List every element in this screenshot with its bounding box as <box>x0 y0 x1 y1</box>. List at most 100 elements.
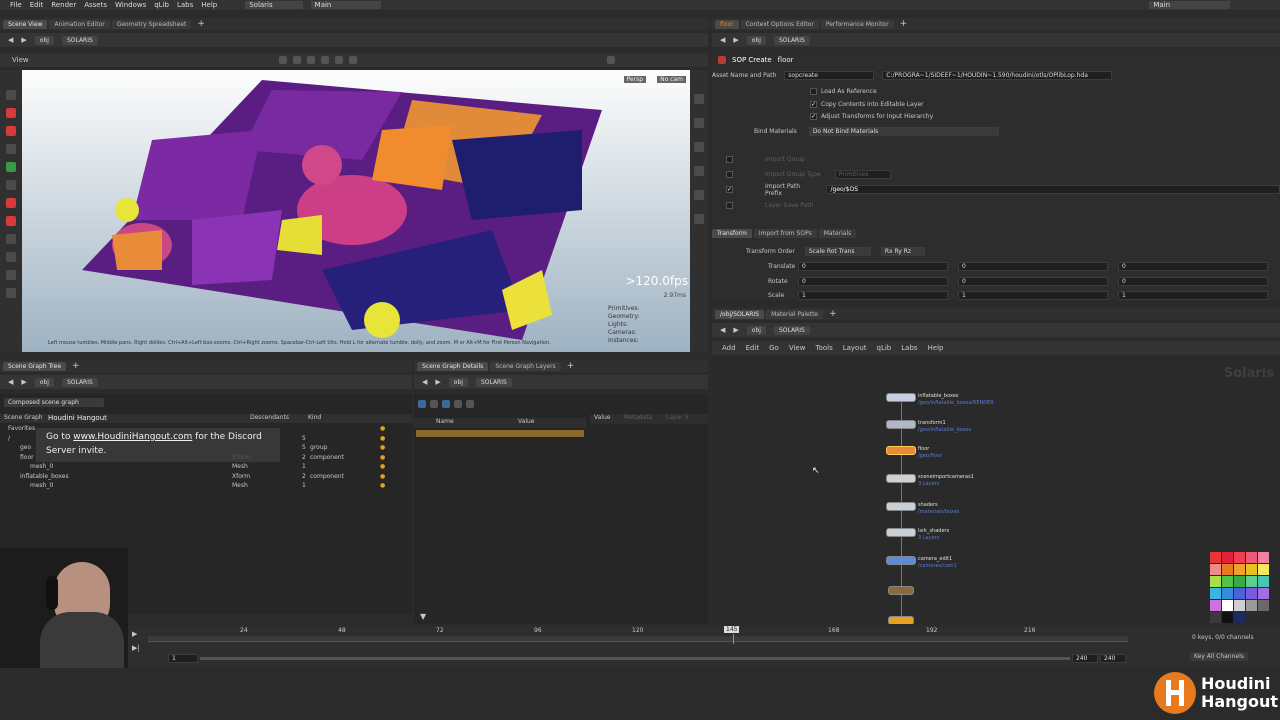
asset-path-field[interactable]: C:/PROGRA~1/SIDEEF~1/HOUDIN~1.590/houdin… <box>882 71 1113 80</box>
palette-swatch[interactable] <box>1246 564 1257 575</box>
tree-row[interactable]: mesh_0 Mesh 1 ● <box>0 462 412 472</box>
transform-order-select[interactable]: Scale Rot Trans <box>804 247 871 256</box>
palette-swatch[interactable] <box>1222 612 1233 623</box>
palette-swatch[interactable] <box>1258 564 1269 575</box>
tab-floor[interactable]: floor <box>715 19 739 29</box>
visibility-icon[interactable]: ● <box>380 463 385 470</box>
asset-name-field[interactable]: sopcreate <box>784 71 875 80</box>
move-tool-icon[interactable] <box>6 162 16 172</box>
tree-row[interactable]: inflatable_boxes Xform 2 component ● <box>0 472 412 482</box>
node-floor[interactable] <box>886 446 916 455</box>
tab-obj-solaris[interactable]: /obj/SOLARIS <box>715 309 765 319</box>
col-metadata[interactable]: Metadata <box>624 414 652 421</box>
node-name-field[interactable]: floor <box>778 56 794 64</box>
net-menu-help[interactable]: Help <box>928 344 944 352</box>
forward-arrow-icon-5[interactable]: ▶ <box>435 378 440 386</box>
key-all-button[interactable]: Key All Channels <box>1190 652 1248 661</box>
visibility-icon[interactable]: ● <box>380 435 385 442</box>
node-transform1[interactable] <box>886 420 916 429</box>
rows-icon[interactable] <box>454 400 462 408</box>
palette-swatch[interactable] <box>1222 552 1233 563</box>
palette-swatch[interactable] <box>1258 576 1269 587</box>
path-obj-4[interactable]: obj <box>34 377 54 387</box>
back-arrow-icon[interactable]: ◀ <box>8 36 13 44</box>
menu-file[interactable]: File <box>10 1 22 9</box>
tumble-tool-icon[interactable] <box>6 108 16 118</box>
menu-windows[interactable]: Windows <box>115 1 146 9</box>
node-camera-edit1[interactable] <box>886 556 916 565</box>
col-layer-stack[interactable]: Layer S <box>666 414 688 421</box>
select-icon[interactable] <box>278 56 287 64</box>
palette-swatch[interactable] <box>1234 576 1245 587</box>
shading-icon[interactable] <box>694 118 704 128</box>
palette-swatch[interactable] <box>1222 600 1233 611</box>
camera-menu[interactable]: No cam <box>657 76 686 83</box>
light-tool-icon[interactable] <box>6 252 16 262</box>
camera-tool-icon[interactable] <box>6 234 16 244</box>
network-editor[interactable]: Solaris inflatable_boxes /geo/inflatable… <box>712 356 1280 624</box>
visibility-icon[interactable]: ● <box>380 425 385 432</box>
tree-view-icon[interactable] <box>418 400 426 408</box>
col-kind[interactable]: Kind <box>308 414 321 421</box>
paint-tool-icon[interactable] <box>6 270 16 280</box>
path-solaris-4[interactable]: SOLARIS <box>61 377 98 387</box>
visibility-icon[interactable]: ● <box>380 454 385 461</box>
net-menu-tools[interactable]: Tools <box>815 344 832 352</box>
start-frame-field[interactable]: 1 <box>168 654 198 663</box>
col-name[interactable]: Name <box>436 418 454 425</box>
edit-tool-icon[interactable] <box>6 144 16 154</box>
visibility-icon[interactable]: ● <box>380 444 385 451</box>
right-desktop-select[interactable]: Main <box>1149 1 1231 9</box>
net-menu-go[interactable]: Go <box>769 344 779 352</box>
scene-tree-filter[interactable]: Composed scene graph <box>4 398 104 407</box>
tab-material-palette[interactable]: Material Palette <box>766 309 824 319</box>
palette-swatch[interactable] <box>1246 576 1257 587</box>
back-arrow-icon-3[interactable]: ◀ <box>720 326 725 334</box>
menu-help[interactable]: Help <box>201 1 217 9</box>
tab-context-options[interactable]: Context Options Editor <box>740 19 819 29</box>
palette-swatch[interactable] <box>1210 588 1221 599</box>
add-tab-icon-3[interactable]: + <box>829 309 837 319</box>
main-select[interactable]: Main <box>310 1 382 9</box>
col-value-2[interactable]: Value <box>594 414 610 421</box>
rotate-z[interactable]: 0 <box>1118 277 1268 286</box>
tab-scene-graph-tree[interactable]: Scene Graph Tree <box>3 361 67 371</box>
forward-arrow-icon-4[interactable]: ▶ <box>21 378 26 386</box>
menu-assets[interactable]: Assets <box>84 1 107 9</box>
scale-x[interactable]: 1 <box>798 291 948 300</box>
handle-icon[interactable] <box>306 56 315 64</box>
node-light[interactable] <box>888 586 914 595</box>
palette-swatch[interactable] <box>1234 600 1245 611</box>
add-tab-icon-2[interactable]: + <box>900 19 908 29</box>
path-solaris-5[interactable]: SOLARIS <box>475 377 512 387</box>
copy-contents-checkbox[interactable]: ✓ <box>810 101 817 108</box>
current-frame-marker[interactable]: 145 <box>724 626 740 633</box>
prefix-checkbox[interactable]: ✓ <box>726 186 733 193</box>
scale-tool-icon[interactable] <box>6 198 16 208</box>
scale-y[interactable]: 1 <box>958 291 1108 300</box>
palette-swatch[interactable] <box>1246 588 1257 599</box>
tab-transform[interactable]: Transform <box>712 229 752 238</box>
display-icon[interactable] <box>694 94 704 104</box>
net-menu-add[interactable]: Add <box>722 344 736 352</box>
net-menu-qlib[interactable]: qLib <box>877 344 892 352</box>
node-inflatable-boxes[interactable] <box>886 393 916 402</box>
persp-menu[interactable]: Persp <box>623 76 646 83</box>
visibility-icon[interactable]: ● <box>380 482 385 489</box>
palette-swatch[interactable] <box>1234 564 1245 575</box>
col-descendants[interactable]: Descendants <box>250 414 289 421</box>
bind-materials-select[interactable]: Do Not Bind Materials <box>808 127 999 136</box>
add-tab-icon-4[interactable]: + <box>72 361 80 371</box>
palette-swatch[interactable] <box>1210 600 1221 611</box>
col-value[interactable]: Value <box>518 418 534 425</box>
3d-viewport[interactable]: Persp No cam >120.0fps 2.97ms Primitives… <box>22 70 690 352</box>
net-menu-view[interactable]: View <box>789 344 806 352</box>
tab-import-from-sops[interactable]: Import from SOPs <box>753 229 817 238</box>
overlay-link[interactable]: www.HoudiniHangout.com <box>73 432 192 442</box>
viewport-gear-icon[interactable] <box>606 56 615 64</box>
back-arrow-icon-2[interactable]: ◀ <box>720 36 725 44</box>
list-view-icon[interactable] <box>430 400 438 408</box>
path-solaris-3[interactable]: SOLARIS <box>773 325 810 335</box>
menu-labs[interactable]: Labs <box>177 1 193 9</box>
import-group-type-checkbox[interactable] <box>726 171 733 178</box>
